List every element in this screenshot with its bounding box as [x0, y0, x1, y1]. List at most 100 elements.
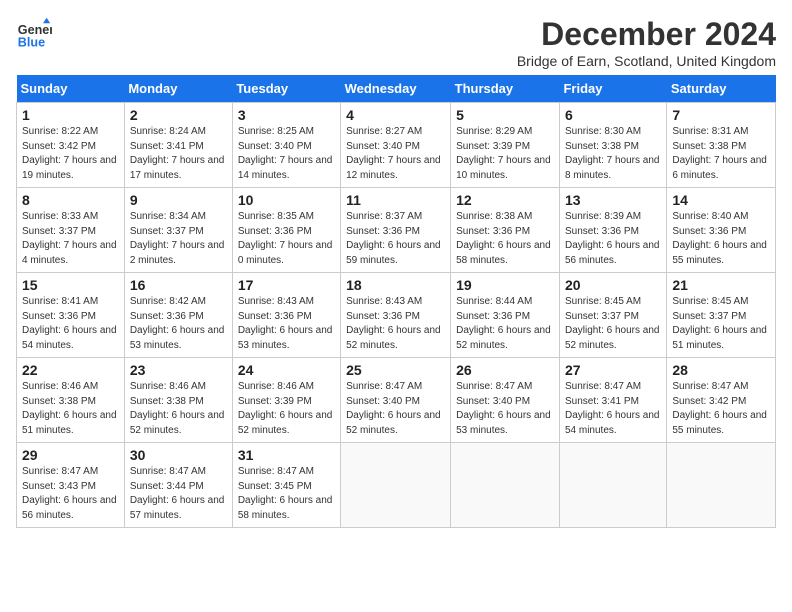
calendar-cell: [559, 443, 666, 528]
day-info: Sunrise: 8:24 AMSunset: 3:41 PMDaylight:…: [130, 125, 227, 183]
day-info: Sunrise: 8:35 AMSunset: 3:36 PMDaylight:…: [238, 210, 335, 268]
day-number: 13: [565, 192, 661, 208]
day-number: 5: [456, 107, 554, 123]
calendar-week-1: 8Sunrise: 8:33 AMSunset: 3:37 PMDaylight…: [17, 188, 776, 273]
day-number: 11: [346, 192, 445, 208]
day-number: 16: [130, 277, 227, 293]
day-number: 3: [238, 107, 335, 123]
col-header-friday: Friday: [559, 75, 666, 103]
day-number: 15: [22, 277, 119, 293]
day-info: Sunrise: 8:30 AMSunset: 3:38 PMDaylight:…: [565, 125, 661, 183]
day-info: Sunrise: 8:27 AMSunset: 3:40 PMDaylight:…: [346, 125, 445, 183]
day-info: Sunrise: 8:22 AMSunset: 3:42 PMDaylight:…: [22, 125, 119, 183]
day-number: 19: [456, 277, 554, 293]
calendar-cell: 2Sunrise: 8:24 AMSunset: 3:41 PMDaylight…: [124, 103, 232, 188]
day-number: 28: [672, 362, 770, 378]
calendar-cell: 26Sunrise: 8:47 AMSunset: 3:40 PMDayligh…: [451, 358, 560, 443]
calendar-cell: 15 Sunrise: 8:41 AMSunset: 3:36 PMDayligh…: [17, 273, 125, 358]
day-info: Sunrise: 8:33 AMSunset: 3:37 PMDaylight:…: [22, 210, 119, 268]
day-number: 10: [238, 192, 335, 208]
day-info: Sunrise: 8:39 AMSunset: 3:36 PMDaylight:…: [565, 210, 661, 268]
col-header-wednesday: Wednesday: [341, 75, 451, 103]
calendar-cell: 9Sunrise: 8:34 AMSunset: 3:37 PMDaylight…: [124, 188, 232, 273]
day-info: Sunrise: 8:47 AMSunset: 3:45 PMDaylight:…: [238, 465, 335, 523]
calendar-week-4: 29 Sunrise: 8:47 AMSunset: 3:43 PMDayligh…: [17, 443, 776, 528]
calendar-cell: 25 Sunrise: 8:47 AMSunset: 3:40 PMDayligh…: [341, 358, 451, 443]
calendar-cell: 14 Sunrise: 8:40 AMSunset: 3:36 PMDayligh…: [667, 188, 776, 273]
day-info: Sunrise: 8:25 AMSunset: 3:40 PMDaylight:…: [238, 125, 335, 183]
col-header-saturday: Saturday: [667, 75, 776, 103]
day-info: Sunrise: 8:40 AMSunset: 3:36 PMDaylight:…: [672, 210, 770, 268]
day-info: Sunrise: 8:47 AMSunset: 3:40 PMDaylight:…: [456, 380, 554, 438]
calendar-cell: 16Sunrise: 8:42 AMSunset: 3:36 PMDayligh…: [124, 273, 232, 358]
calendar-cell: 13 Sunrise: 8:39 AMSunset: 3:36 PMDayligh…: [559, 188, 666, 273]
calendar-cell: 29 Sunrise: 8:47 AMSunset: 3:43 PMDayligh…: [17, 443, 125, 528]
day-number: 22: [22, 362, 119, 378]
svg-text:Blue: Blue: [18, 36, 45, 50]
day-info: Sunrise: 8:46 AMSunset: 3:39 PMDaylight:…: [238, 380, 335, 438]
day-number: 25: [346, 362, 445, 378]
day-info: Sunrise: 8:31 AMSunset: 3:38 PMDaylight:…: [672, 125, 770, 183]
day-info: Sunrise: 8:47 AMSunset: 3:42 PMDaylight:…: [672, 380, 770, 438]
day-info: Sunrise: 8:34 AMSunset: 3:37 PMDaylight:…: [130, 210, 227, 268]
calendar-cell: 20Sunrise: 8:45 AMSunset: 3:37 PMDayligh…: [559, 273, 666, 358]
page-header: General Blue December 2024 Bridge of Ear…: [16, 16, 776, 69]
calendar-cell: 18 Sunrise: 8:43 AMSunset: 3:36 PMDayligh…: [341, 273, 451, 358]
day-number: 6: [565, 107, 661, 123]
day-info: Sunrise: 8:46 AMSunset: 3:38 PMDaylight:…: [130, 380, 227, 438]
calendar-cell: 3 Sunrise: 8:25 AMSunset: 3:40 PMDaylight…: [232, 103, 340, 188]
calendar-cell: [667, 443, 776, 528]
day-number: 29: [22, 447, 119, 463]
calendar-cell: 28 Sunrise: 8:47 AMSunset: 3:42 PMDayligh…: [667, 358, 776, 443]
calendar-cell: 21 Sunrise: 8:45 AMSunset: 3:37 PMDayligh…: [667, 273, 776, 358]
calendar-cell: 30Sunrise: 8:47 AMSunset: 3:44 PMDayligh…: [124, 443, 232, 528]
calendar-cell: 19 Sunrise: 8:44 AMSunset: 3:36 PMDayligh…: [451, 273, 560, 358]
day-number: 1: [22, 107, 119, 123]
calendar-cell: 22 Sunrise: 8:46 AMSunset: 3:38 PMDayligh…: [17, 358, 125, 443]
calendar-cell: [451, 443, 560, 528]
day-number: 31: [238, 447, 335, 463]
day-info: Sunrise: 8:47 AMSunset: 3:41 PMDaylight:…: [565, 380, 661, 438]
day-number: 14: [672, 192, 770, 208]
day-number: 7: [672, 107, 770, 123]
calendar-header-row: SundayMondayTuesdayWednesdayThursdayFrid…: [17, 75, 776, 103]
day-info: Sunrise: 8:45 AMSunset: 3:37 PMDaylight:…: [672, 295, 770, 353]
logo-icon: General Blue: [16, 16, 52, 52]
col-header-sunday: Sunday: [17, 75, 125, 103]
logo: General Blue: [16, 16, 52, 52]
calendar-cell: 24 Sunrise: 8:46 AMSunset: 3:39 PMDayligh…: [232, 358, 340, 443]
day-number: 23: [130, 362, 227, 378]
day-info: Sunrise: 8:43 AMSunset: 3:36 PMDaylight:…: [238, 295, 335, 353]
calendar-week-2: 15 Sunrise: 8:41 AMSunset: 3:36 PMDayligh…: [17, 273, 776, 358]
day-info: Sunrise: 8:47 AMSunset: 3:44 PMDaylight:…: [130, 465, 227, 523]
calendar-week-3: 22 Sunrise: 8:46 AMSunset: 3:38 PMDayligh…: [17, 358, 776, 443]
day-number: 18: [346, 277, 445, 293]
calendar-cell: 6 Sunrise: 8:30 AMSunset: 3:38 PMDaylight…: [559, 103, 666, 188]
calendar-cell: 17 Sunrise: 8:43 AMSunset: 3:36 PMDayligh…: [232, 273, 340, 358]
day-number: 17: [238, 277, 335, 293]
month-title: December 2024: [517, 16, 776, 53]
calendar-cell: 10 Sunrise: 8:35 AMSunset: 3:36 PMDayligh…: [232, 188, 340, 273]
day-number: 24: [238, 362, 335, 378]
col-header-thursday: Thursday: [451, 75, 560, 103]
day-info: Sunrise: 8:44 AMSunset: 3:36 PMDaylight:…: [456, 295, 554, 353]
day-info: Sunrise: 8:41 AMSunset: 3:36 PMDaylight:…: [22, 295, 119, 353]
calendar-cell: 23 Sunrise: 8:46 AMSunset: 3:38 PMDayligh…: [124, 358, 232, 443]
day-info: Sunrise: 8:37 AMSunset: 3:36 PMDaylight:…: [346, 210, 445, 268]
calendar-cell: 1 Sunrise: 8:22 AMSunset: 3:42 PMDaylight…: [17, 103, 125, 188]
calendar-cell: 5 Sunrise: 8:29 AMSunset: 3:39 PMDaylight…: [451, 103, 560, 188]
day-number: 21: [672, 277, 770, 293]
day-info: Sunrise: 8:29 AMSunset: 3:39 PMDaylight:…: [456, 125, 554, 183]
day-info: Sunrise: 8:38 AMSunset: 3:36 PMDaylight:…: [456, 210, 554, 268]
calendar-cell: [341, 443, 451, 528]
location-subtitle: Bridge of Earn, Scotland, United Kingdom: [517, 53, 776, 69]
day-info: Sunrise: 8:47 AMSunset: 3:43 PMDaylight:…: [22, 465, 119, 523]
calendar-cell: 31 Sunrise: 8:47 AMSunset: 3:45 PMDayligh…: [232, 443, 340, 528]
calendar-cell: 7 Sunrise: 8:31 AMSunset: 3:38 PMDaylight…: [667, 103, 776, 188]
day-info: Sunrise: 8:46 AMSunset: 3:38 PMDaylight:…: [22, 380, 119, 438]
day-info: Sunrise: 8:47 AMSunset: 3:40 PMDaylight:…: [346, 380, 445, 438]
day-number: 12: [456, 192, 554, 208]
day-info: Sunrise: 8:45 AMSunset: 3:37 PMDaylight:…: [565, 295, 661, 353]
day-info: Sunrise: 8:43 AMSunset: 3:36 PMDaylight:…: [346, 295, 445, 353]
title-block: December 2024 Bridge of Earn, Scotland, …: [517, 16, 776, 69]
